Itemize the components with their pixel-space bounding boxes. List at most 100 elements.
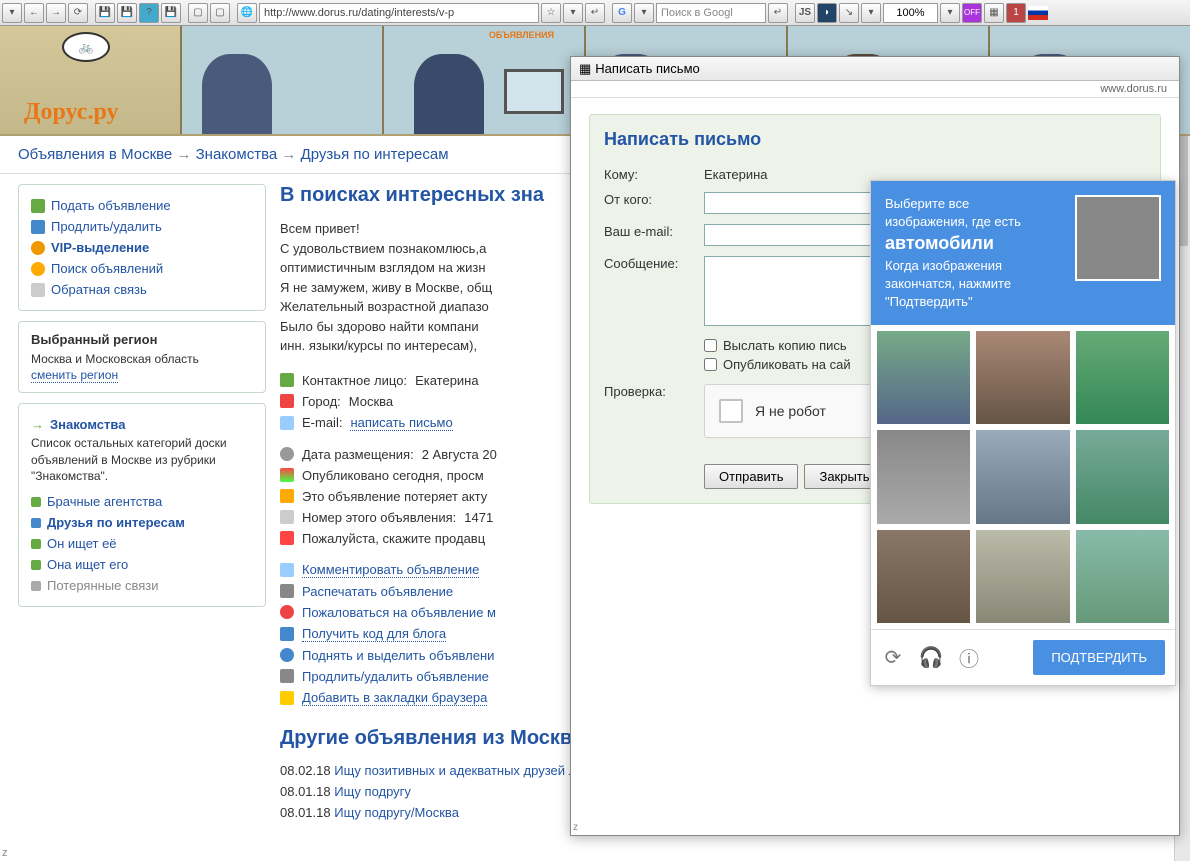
captcha-challenge: Выберите все изображения, где есть автом…: [870, 180, 1176, 686]
chart-icon: [280, 468, 294, 482]
sidebar-item-post[interactable]: Подать объявление: [31, 195, 253, 216]
other-ad-link[interactable]: Ищу подругу/Москва: [334, 805, 459, 820]
resize-handle[interactable]: z: [571, 820, 580, 835]
region-heading: Выбранный регион: [31, 332, 253, 347]
search-drop-icon[interactable]: ▾: [634, 3, 654, 23]
save-icon[interactable]: 💾: [95, 3, 115, 23]
flag-ru-icon[interactable]: [1028, 6, 1048, 20]
tile-icon[interactable]: ▦: [984, 3, 1004, 23]
copy-checkbox[interactable]: [704, 339, 717, 352]
browser-toolbar: ▾ ← → ⟳ 💾 💾 ? 💾 ▢ ▢ 🌐 http://www.dorus.r…: [0, 0, 1190, 26]
region-value: Москва и Московская область: [31, 351, 253, 368]
bookmark-icon: [280, 691, 294, 705]
captcha-tile[interactable]: [1076, 331, 1169, 424]
action-print[interactable]: Распечатать объявление: [302, 584, 453, 599]
captcha-tile[interactable]: [877, 331, 970, 424]
dropdown-icon[interactable]: ▾: [563, 3, 583, 23]
url-bar[interactable]: http://www.dorus.ru/dating/interests/v-p: [259, 3, 539, 23]
sidebar-item-feedback[interactable]: Обратная связь: [31, 279, 253, 300]
person-icon: [280, 373, 294, 387]
captcha-tile[interactable]: [1076, 530, 1169, 623]
globe-icon[interactable]: 🌐: [237, 3, 257, 23]
zoom-drop-icon[interactable]: ▾: [940, 3, 960, 23]
action-comment[interactable]: Комментировать объявление: [302, 562, 479, 578]
go-icon[interactable]: ↵: [585, 3, 605, 23]
write-letter-link[interactable]: написать письмо: [350, 415, 452, 431]
recaptcha-checkbox[interactable]: [719, 399, 743, 423]
captcha-info-icon[interactable]: ⓘ: [957, 646, 981, 670]
captcha-tile[interactable]: [976, 530, 1069, 623]
search-go-icon[interactable]: ↵: [768, 3, 788, 23]
action-bookmark[interactable]: Добавить в закладки браузера: [302, 690, 487, 706]
category-heading[interactable]: → Знакомства: [31, 414, 253, 435]
clock-icon: [280, 447, 294, 461]
breadcrumb-c[interactable]: Друзья по интересам: [301, 146, 449, 163]
email-icon: [280, 416, 294, 430]
action-report[interactable]: Пожаловаться на объявление м: [302, 605, 496, 620]
sidebar-item-extend[interactable]: Продлить/удалить: [31, 216, 253, 237]
action-edit[interactable]: Продлить/удалить объявление: [302, 669, 489, 684]
square-icon[interactable]: ▢: [188, 3, 208, 23]
up-icon: [280, 648, 294, 662]
to-value: Екатерина: [704, 167, 768, 182]
back-icon[interactable]: ←: [24, 3, 44, 23]
captcha-reload-icon[interactable]: ⟳: [881, 646, 905, 670]
change-region-link[interactable]: сменить регион: [31, 368, 118, 383]
site-logo[interactable]: Дорус.ру: [24, 99, 119, 126]
sidebar: Подать объявление Продлить/удалить VIP-в…: [18, 184, 266, 823]
recaptcha-label: Я не робот: [755, 403, 826, 419]
zoom-level[interactable]: 100%: [883, 3, 938, 23]
badge-icon[interactable]: 1: [1006, 3, 1026, 23]
cat-friends[interactable]: Друзья по интересам: [31, 512, 253, 533]
print-icon: [280, 584, 294, 598]
mail-icon: [31, 283, 45, 297]
popup-titlebar[interactable]: ▦Написать письмо: [571, 57, 1179, 81]
warn-icon: [280, 489, 294, 503]
captcha-tile[interactable]: [877, 530, 970, 623]
captcha-audio-icon[interactable]: 🎧: [919, 646, 943, 670]
resize-corner: z: [2, 847, 8, 859]
captcha-grid: [871, 325, 1175, 629]
save3-icon[interactable]: 💾: [161, 3, 181, 23]
forward-icon[interactable]: →: [46, 3, 66, 23]
cat-she-seeks[interactable]: Она ищет его: [31, 554, 253, 575]
search-input[interactable]: Поиск в Googl: [656, 3, 766, 23]
cat-agencies[interactable]: Брачные агентства: [31, 491, 253, 512]
action-blogcode[interactable]: Получить код для блога: [302, 626, 446, 642]
popup-domain: www.dorus.ru: [571, 81, 1179, 98]
menu-icon[interactable]: ▾: [2, 3, 22, 23]
breadcrumb-b[interactable]: Знакомства: [196, 146, 278, 163]
msg-label: Сообщение:: [604, 256, 704, 271]
breadcrumb-a[interactable]: Объявления в Москве: [18, 146, 172, 163]
publish-checkbox[interactable]: [704, 358, 717, 371]
sidebar-item-vip[interactable]: VIP-выделение: [31, 237, 253, 258]
cat-he-seeks[interactable]: Он ищет её: [31, 533, 253, 554]
action-promote[interactable]: Поднять и выделить объявлени: [302, 648, 494, 663]
captcha-tile[interactable]: [877, 430, 970, 523]
captcha-tile[interactable]: [976, 331, 1069, 424]
reload-icon[interactable]: ⟳: [68, 3, 88, 23]
captcha-tile[interactable]: [1076, 430, 1169, 523]
wand-drop-icon[interactable]: ▾: [861, 3, 881, 23]
sidebar-item-search[interactable]: Поиск объявлений: [31, 258, 253, 279]
save2-icon[interactable]: 💾: [117, 3, 137, 23]
js-button[interactable]: JS: [795, 3, 815, 23]
info-icon[interactable]: ?: [139, 3, 159, 23]
moon-icon[interactable]: ◗: [817, 3, 837, 23]
city-icon: [280, 394, 294, 408]
star-icon[interactable]: ☆: [541, 3, 561, 23]
send-button[interactable]: Отправить: [704, 464, 798, 489]
cat-lost[interactable]: Потерянные связи: [31, 575, 253, 596]
wand-icon[interactable]: ↘: [839, 3, 859, 23]
google-icon[interactable]: G: [612, 3, 632, 23]
form-title: Написать письмо: [604, 129, 1146, 150]
from-label: От кого:: [604, 192, 704, 207]
other-ad-link[interactable]: Ищу подругу: [334, 784, 411, 799]
captcha-confirm-button[interactable]: ПОДТВЕРДИТЬ: [1033, 640, 1165, 675]
search-icon: [31, 262, 45, 276]
off-button[interactable]: OFF: [962, 3, 982, 23]
post-icon: [31, 199, 45, 213]
square2-icon[interactable]: ▢: [210, 3, 230, 23]
extend-icon: [31, 220, 45, 234]
captcha-tile[interactable]: [976, 430, 1069, 523]
